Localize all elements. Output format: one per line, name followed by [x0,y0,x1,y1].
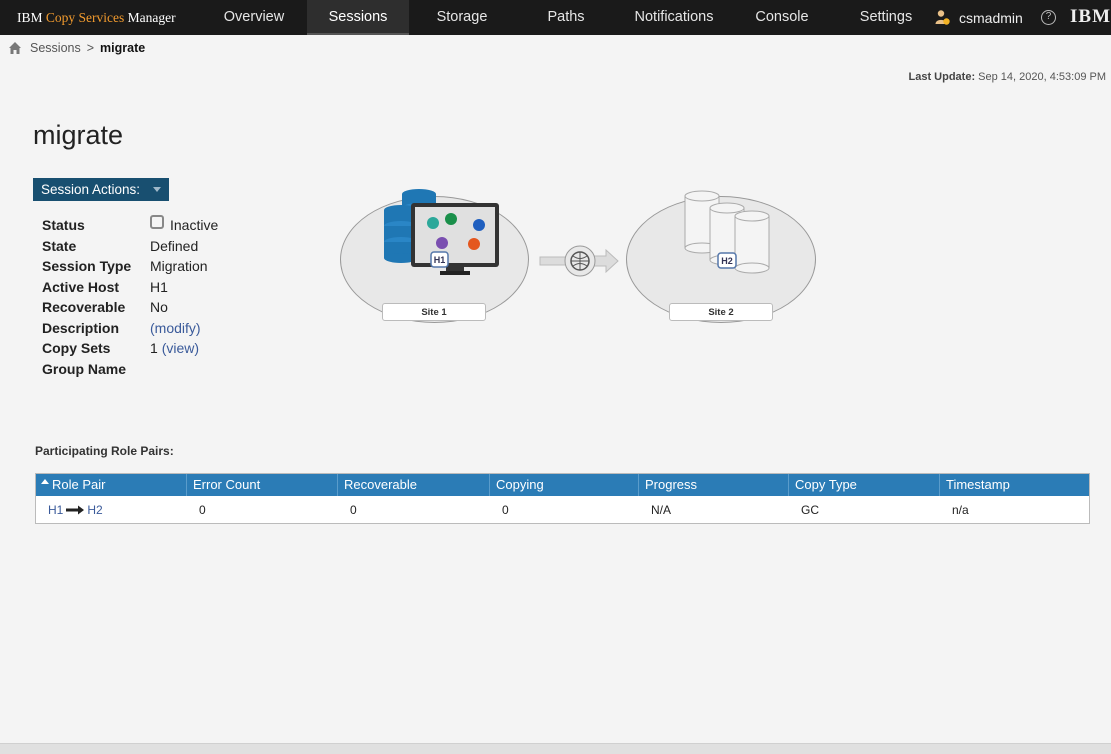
host-h1-storage-icon[interactable]: H1 [380,186,505,278]
cell-copy-type: GC [801,502,819,517]
inactive-status-icon [150,215,164,230]
col-recoverable[interactable]: Recoverable [338,474,490,496]
arrow-right-icon [66,505,85,514]
last-update-value: Sep 14, 2020, 4:53:09 PM [978,71,1106,83]
replication-arrow-icon [539,245,619,277]
property-row-copysets: Copy Sets 1 (view) [42,338,218,359]
col-copying[interactable]: Copying [490,474,639,496]
brand-suffix: Manager [124,9,176,25]
recoverable-value: No [150,299,168,316]
description-label: Description [42,319,120,336]
brand-prefix: IBM [17,9,46,25]
status-footer [0,743,1111,754]
table-header: Role Pair Error Count Recoverable Copyin… [36,474,1089,496]
active-host-label: Active Host [42,278,120,295]
nav-overview[interactable]: Overview [206,0,302,35]
property-row-group: Group Name [42,359,218,380]
col-error-count[interactable]: Error Count [187,474,338,496]
host-h2-storage-icon[interactable]: H2 [680,188,775,274]
status-value: Inactive [170,217,219,234]
breadcrumb-separator: > [86,41,95,55]
site1-label: Site 1 [382,303,486,321]
session-properties: Status Inactive State Defined Session Ty… [42,215,218,379]
page-title: migrate [33,120,124,150]
cell-copying: 0 [502,502,509,517]
username: csmadmin [959,9,1023,26]
session-actions-button[interactable]: Session Actions: [33,178,169,201]
last-update: Last Update: Sep 14, 2020, 4:53:09 PM [908,71,1106,83]
help-icon[interactable]: ? [1041,10,1056,25]
role-pair-to[interactable]: H2 [87,503,102,517]
session-type-value: Migration [150,258,208,275]
role-pair-from[interactable]: H1 [48,503,63,517]
user-icon [935,10,950,25]
brand-accent: Copy Services [45,9,125,25]
active-host-value: H1 [150,278,168,295]
home-icon[interactable] [8,41,22,55]
sort-ascending-icon [41,479,49,484]
cell-progress: N/A [651,502,672,517]
state-label: State [42,237,77,254]
nav-console[interactable]: Console [736,0,828,35]
chevron-down-icon [153,187,161,192]
h1-badge: H1 [434,255,446,265]
product-brand: IBM Copy Services Manager [0,10,200,26]
copy-sets-label: Copy Sets [42,340,111,357]
nav-paths[interactable]: Paths [520,0,612,35]
col-role-pair[interactable]: Role Pair [36,474,187,496]
last-update-label: Last Update: [908,71,976,83]
h2-badge: H2 [721,256,733,266]
col-progress[interactable]: Progress [639,474,789,496]
breadcrumb-current: migrate [100,41,146,55]
user-menu[interactable]: csmadmin [934,0,1023,35]
nav-notifications[interactable]: Notifications [622,0,726,35]
state-value: Defined [150,237,199,254]
table-row[interactable]: H1 H2 0 0 0 N/A GC n/a [36,496,1089,523]
property-row-state: State Defined [42,236,218,257]
group-name-label: Group Name [42,360,127,377]
property-row-recoverable: Recoverable No [42,297,218,318]
status-label: Status [42,217,85,234]
nav-sessions[interactable]: Sessions [307,0,409,35]
breadcrumb: Sessions > migrate [8,41,145,55]
role-pairs-table: Role Pair Error Count Recoverable Copyin… [35,473,1090,524]
property-row-type: Session Type Migration [42,256,218,277]
cell-recoverable: 0 [350,502,357,517]
property-row-status: Status Inactive [42,215,218,236]
nav-settings[interactable]: Settings [840,0,932,35]
breadcrumb-sessions-link[interactable]: Sessions [30,41,81,55]
col-copy-type[interactable]: Copy Type [789,474,940,496]
session-actions-label: Session Actions: [41,182,141,197]
site2-label: Site 2 [669,303,773,321]
view-copy-sets-link[interactable]: (view) [162,340,199,356]
cell-error-count: 0 [199,502,206,517]
session-type-label: Session Type [42,258,132,275]
role-pairs-section-label: Participating Role Pairs: [35,444,174,458]
recoverable-label: Recoverable [42,299,126,316]
copy-sets-count: 1 [150,340,158,357]
modify-description-link[interactable]: (modify) [150,320,201,336]
nav-storage[interactable]: Storage [415,0,509,35]
ibm-logo: IBM [1070,6,1111,27]
cell-timestamp: n/a [952,502,969,517]
col-timestamp[interactable]: Timestamp [940,474,1089,496]
property-row-host: Active Host H1 [42,277,218,298]
property-row-description: Description (modify) [42,318,218,339]
